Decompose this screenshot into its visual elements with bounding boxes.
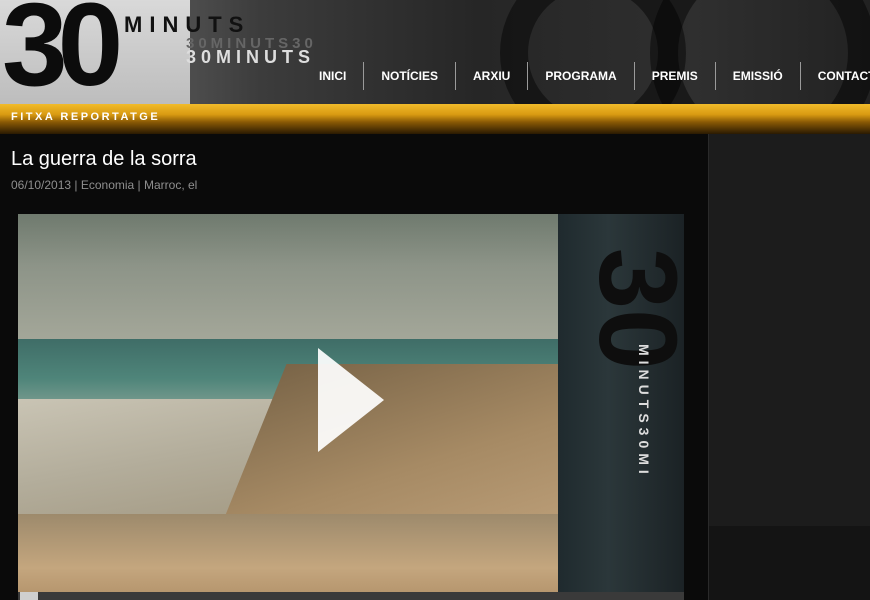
main-nav: INICI NOTÍCIES ARXIU PROGRAMA PREMIS EMI… (302, 62, 870, 90)
video-player[interactable]: 30 MINUTS30MI (18, 214, 684, 600)
section-label: FITXA REPORTATGE (11, 111, 161, 123)
sidebar-panel (709, 526, 870, 600)
video-promo-panel: 30 MINUTS30MI (558, 214, 684, 600)
section-bar: FITXA REPORTATGE (0, 104, 870, 134)
main-content: La guerra de la sorra 06/10/2013 | Econo… (0, 134, 708, 600)
logo-number: 30 (2, 0, 123, 104)
article-meta: 06/10/2013 | Economia | Marroc, el (11, 178, 198, 192)
promo-number: 30 (576, 247, 684, 371)
site-header: 30 MINUTS 30MINUTS30 30MINUTS INICI NOTÍ… (0, 0, 870, 104)
nav-item-inici[interactable]: INICI (302, 62, 365, 90)
play-icon[interactable] (318, 348, 384, 452)
thumbnail-sand-foreground (18, 514, 558, 600)
video-thumbnail (18, 214, 558, 600)
thumbnail-sky (18, 214, 558, 344)
sidebar (708, 134, 870, 600)
nav-item-contacta[interactable]: CONTACTA (801, 62, 870, 90)
video-progress-bar[interactable] (18, 592, 684, 600)
nav-item-programa[interactable]: PROGRAMA (528, 62, 635, 90)
logo-word-bottom: 30MINUTS (186, 47, 316, 67)
nav-item-premis[interactable]: PREMIS (635, 62, 716, 90)
nav-item-emissio[interactable]: EMISSIÓ (716, 62, 801, 90)
nav-item-arxiu[interactable]: ARXIU (456, 62, 529, 90)
promo-text: MINUTS30MI (636, 344, 652, 479)
article-title: La guerra de la sorra (11, 148, 197, 170)
progress-handle[interactable] (20, 592, 38, 600)
nav-item-noticies[interactable]: NOTÍCIES (364, 62, 457, 90)
